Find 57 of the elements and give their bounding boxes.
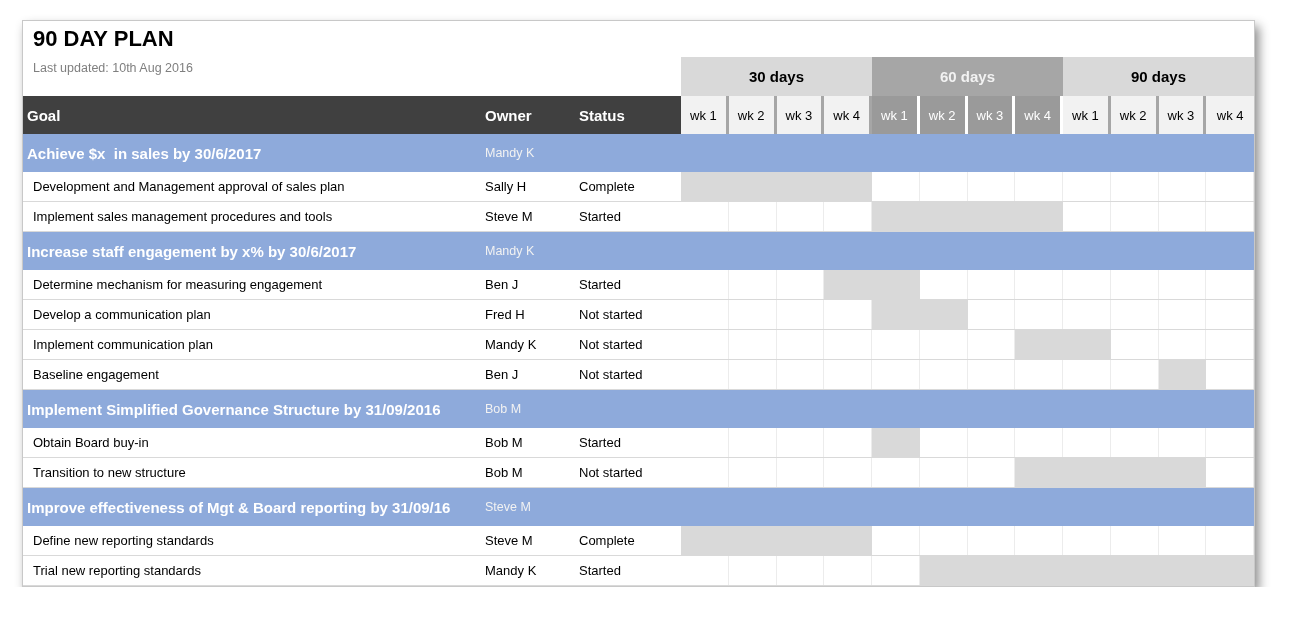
owner-cell-text: Fred H — [484, 306, 526, 324]
goal-owner: Mandy K — [484, 243, 536, 260]
task-cell-text: Implement sales management procedures and tools — [32, 208, 334, 226]
task-cell-text: Implement communication plan — [32, 336, 214, 354]
week-header: wk 1 — [1063, 96, 1111, 134]
owner-cell-text: Sally H — [484, 178, 528, 196]
week-header: wk 4 — [824, 96, 872, 134]
status-cell-text: Complete — [578, 178, 636, 196]
goal-title: Increase staff engagement by x% by 30/6/2017 — [26, 241, 358, 262]
task-cell-text: Development and Management approval of sales plan — [32, 178, 346, 196]
week-header: wk 2 — [1110, 96, 1159, 134]
week-header: wk 2 — [728, 96, 777, 134]
page-title: 90 DAY PLAN — [32, 25, 175, 53]
goal-owner: Steve M — [484, 499, 532, 516]
status-cell-text: Not started — [578, 306, 644, 324]
task-cell-text: Trial new reporting standards — [32, 562, 202, 580]
owner-cell-text: Ben J — [484, 366, 520, 384]
task-cell-text: Obtain Board buy-in — [32, 434, 150, 452]
week-header: wk 4 — [1206, 96, 1254, 134]
task-cell-text: Transition to new structure — [32, 464, 187, 482]
phase-header: 90 days — [1063, 57, 1254, 96]
goal-owner: Mandy K — [484, 145, 536, 162]
task-cell-text: Develop a communication plan — [32, 306, 212, 324]
goal-owner: Bob M — [484, 401, 523, 418]
week-header: wk 1 — [681, 96, 729, 134]
phase-header: 30 days — [681, 57, 872, 96]
phase-header: 60 days — [872, 57, 1063, 96]
task-cell-text: Baseline engagement — [32, 366, 160, 384]
status-cell-text: Started — [578, 208, 622, 226]
owner-cell-text: Bob M — [484, 464, 524, 482]
owner-cell-text: Steve M — [484, 208, 534, 226]
last-updated-text: Last updated: 10th Aug 2016 — [32, 60, 194, 75]
goal-title: Implement Simplified Governance Structure by 31/09/2016 — [26, 399, 442, 420]
task-cell-text: Determine mechanism for measuring engagement — [32, 276, 324, 294]
column-header: Goal — [23, 96, 481, 134]
status-cell-text: Complete — [578, 532, 636, 550]
week-header: wk 3 — [776, 96, 825, 134]
goal-title: Improve effectiveness of Mgt & Board reporting by 31/09/16 — [26, 497, 452, 518]
week-header: wk 4 — [1015, 96, 1063, 134]
status-cell-text: Not started — [578, 366, 644, 384]
task-cell-text: Define new reporting standards — [32, 532, 215, 550]
status-cell-text: Started — [578, 276, 622, 294]
owner-cell-text: Mandy K — [484, 336, 538, 354]
status-cell-text: Started — [578, 434, 622, 452]
owner-cell-text: Bob M — [484, 434, 524, 452]
owner-cell-text: Steve M — [484, 532, 534, 550]
status-cell-text: Not started — [578, 464, 644, 482]
week-header: wk 3 — [1158, 96, 1207, 134]
owner-cell-text: Ben J — [484, 276, 520, 294]
status-cell-text: Started — [578, 562, 622, 580]
week-header: wk 1 — [872, 96, 920, 134]
status-cell-text: Not started — [578, 336, 644, 354]
column-header: Status — [575, 96, 681, 134]
goal-title: Achieve $x in sales by 30/6/2017 — [26, 143, 263, 164]
owner-cell-text: Mandy K — [484, 562, 538, 580]
column-header: Owner — [481, 96, 575, 134]
week-header: wk 2 — [919, 96, 968, 134]
